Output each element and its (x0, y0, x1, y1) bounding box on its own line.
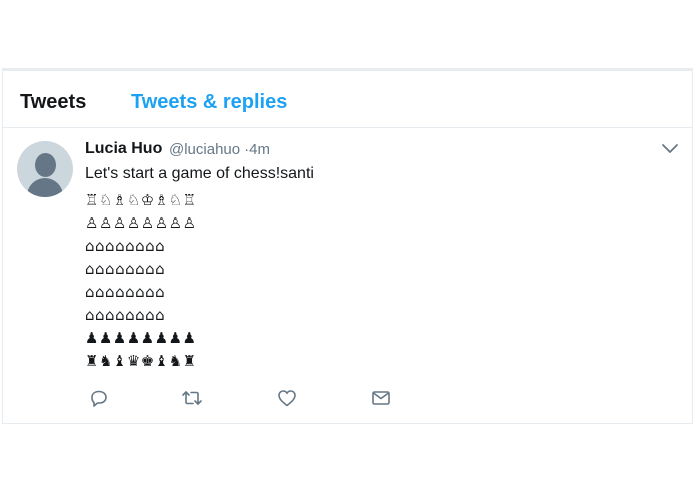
tab-tweets-and-replies[interactable]: Tweets & replies (131, 91, 287, 114)
board-row: ♟♟♟♟♟♟♟♟ (85, 329, 197, 347)
tweet-text: Let's start a game of chess!santi (85, 165, 314, 182)
tweet-author-name[interactable]: Lucia Huo (85, 140, 162, 158)
tweet-meta: @luciahuo ·4m (169, 141, 270, 158)
avatar[interactable] (17, 141, 73, 197)
tweet-author-handle[interactable]: @luciahuo (169, 141, 240, 158)
board-row: ♙♙♙♙♙♙♙♙ (85, 214, 197, 232)
board-row: ♖♘♗♘♔♗♘♖ (85, 191, 197, 209)
board-row: ⌂⌂⌂⌂⌂⌂⌂⌂ (85, 306, 166, 324)
tab-tweets[interactable]: Tweets (20, 91, 86, 114)
board-row: ⌂⌂⌂⌂⌂⌂⌂⌂ (85, 260, 166, 278)
envelope-icon[interactable] (370, 387, 392, 409)
timeline-tabs: Tweets Tweets & replies (3, 71, 692, 128)
chess-board: ♖♘♗♘♔♗♘♖ ♙♙♙♙♙♙♙♙ ⌂⌂⌂⌂⌂⌂⌂⌂ ⌂⌂⌂⌂⌂⌂⌂⌂ ⌂⌂⌂⌂… (85, 189, 197, 373)
profile-timeline: Tweets Tweets & replies Lucia Huo @lucia… (2, 68, 693, 424)
avatar-body-shape (27, 178, 63, 197)
heart-icon[interactable] (276, 387, 298, 409)
chevron-down-icon[interactable] (661, 142, 679, 156)
board-row: ⌂⌂⌂⌂⌂⌂⌂⌂ (85, 283, 166, 301)
tweet[interactable]: Lucia Huo @luciahuo ·4m Let's start a gam… (3, 128, 692, 426)
tweet-actions (3, 387, 692, 411)
tweet-timestamp[interactable]: 4m (249, 141, 270, 158)
board-row: ♜♞♝♛♚♝♞♜ (85, 352, 197, 370)
reply-icon[interactable] (88, 387, 110, 409)
avatar-head-shape (35, 153, 56, 177)
board-row: ⌂⌂⌂⌂⌂⌂⌂⌂ (85, 237, 166, 255)
retweet-icon[interactable] (181, 387, 203, 409)
